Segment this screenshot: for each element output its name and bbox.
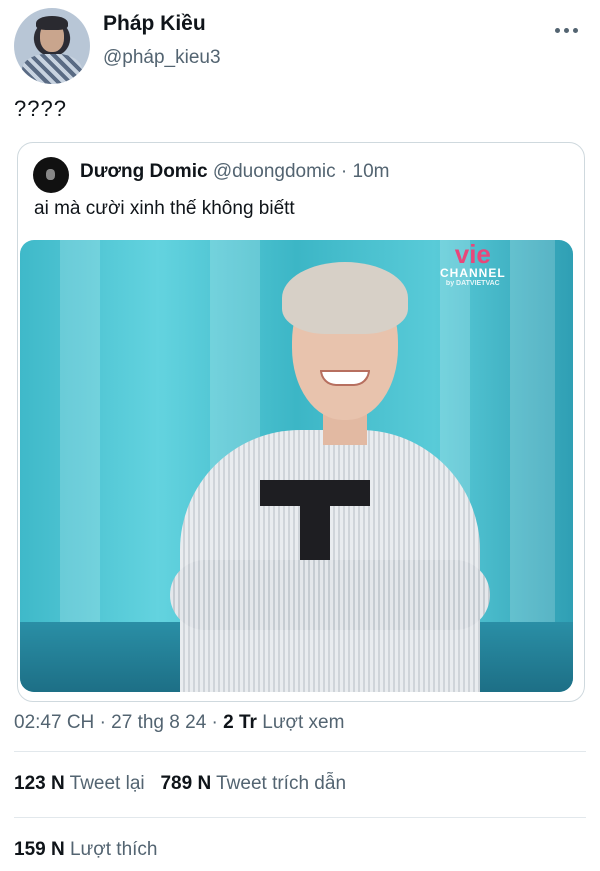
tweet-date[interactable]: 27 thg 8 24 — [111, 712, 206, 733]
retweets-label: Tweet lại — [69, 773, 145, 794]
tweet-text: ???? — [14, 96, 67, 121]
quoted-author-avatar[interactable] — [33, 157, 69, 193]
quotes-label: Tweet trích dẫn — [216, 773, 347, 794]
retweets-stat[interactable]: 123 N Tweet lại — [14, 773, 150, 794]
quoted-tweet-meta: Dương Domic @duongdomic · 10m — [80, 161, 390, 183]
quoted-author-handle[interactable]: @duongdomic — [213, 161, 336, 182]
more-horizontal-icon[interactable] — [555, 22, 583, 38]
quotes-stat[interactable]: 789 N Tweet trích dẫn — [160, 773, 346, 794]
views-count: 2 Tr — [223, 712, 257, 733]
tweet-time[interactable]: 02:47 CH — [14, 712, 94, 733]
author-name[interactable]: Pháp Kiều — [103, 12, 206, 36]
likes-count: 159 N — [14, 839, 65, 860]
likes-label: Lượt thích — [69, 839, 158, 860]
meta-separator-1: · — [99, 712, 106, 733]
tweet-timestamp-views: 02:47 CH · 27 thg 8 24 · 2 Tr Lượt xem — [14, 712, 344, 734]
quoted-time[interactable]: 10m — [353, 161, 390, 182]
views-label: Lượt xem — [262, 712, 345, 733]
divider-2 — [14, 817, 586, 818]
quotes-count: 789 N — [160, 773, 212, 794]
quoted-author-name[interactable]: Dương Domic — [80, 161, 208, 182]
author-avatar[interactable] — [14, 8, 90, 84]
channel-watermark: vie CHANNEL by DATVIETVAC — [440, 240, 506, 287]
quoted-media-photo[interactable]: vie CHANNEL by DATVIETVAC — [20, 240, 573, 692]
likes-stat[interactable]: 159 N Lượt thích — [14, 839, 157, 861]
author-handle[interactable]: @pháp_kieu3 — [103, 47, 221, 69]
meta-separator-2: · — [211, 712, 218, 733]
divider-1 — [14, 751, 586, 752]
quoted-separator: · — [340, 161, 348, 182]
retweets-count: 123 N — [14, 773, 65, 794]
quoted-tweet-card[interactable]: Dương Domic @duongdomic · 10m ai mà cười… — [17, 142, 585, 702]
tweet-header: Pháp Kiều @pháp_kieu3 — [0, 0, 600, 90]
retweet-quote-stats: 123 N Tweet lại 789 N Tweet trích dẫn — [14, 773, 346, 795]
quoted-tweet-text: ai mà cười xinh thế không biếtt — [34, 198, 295, 219]
